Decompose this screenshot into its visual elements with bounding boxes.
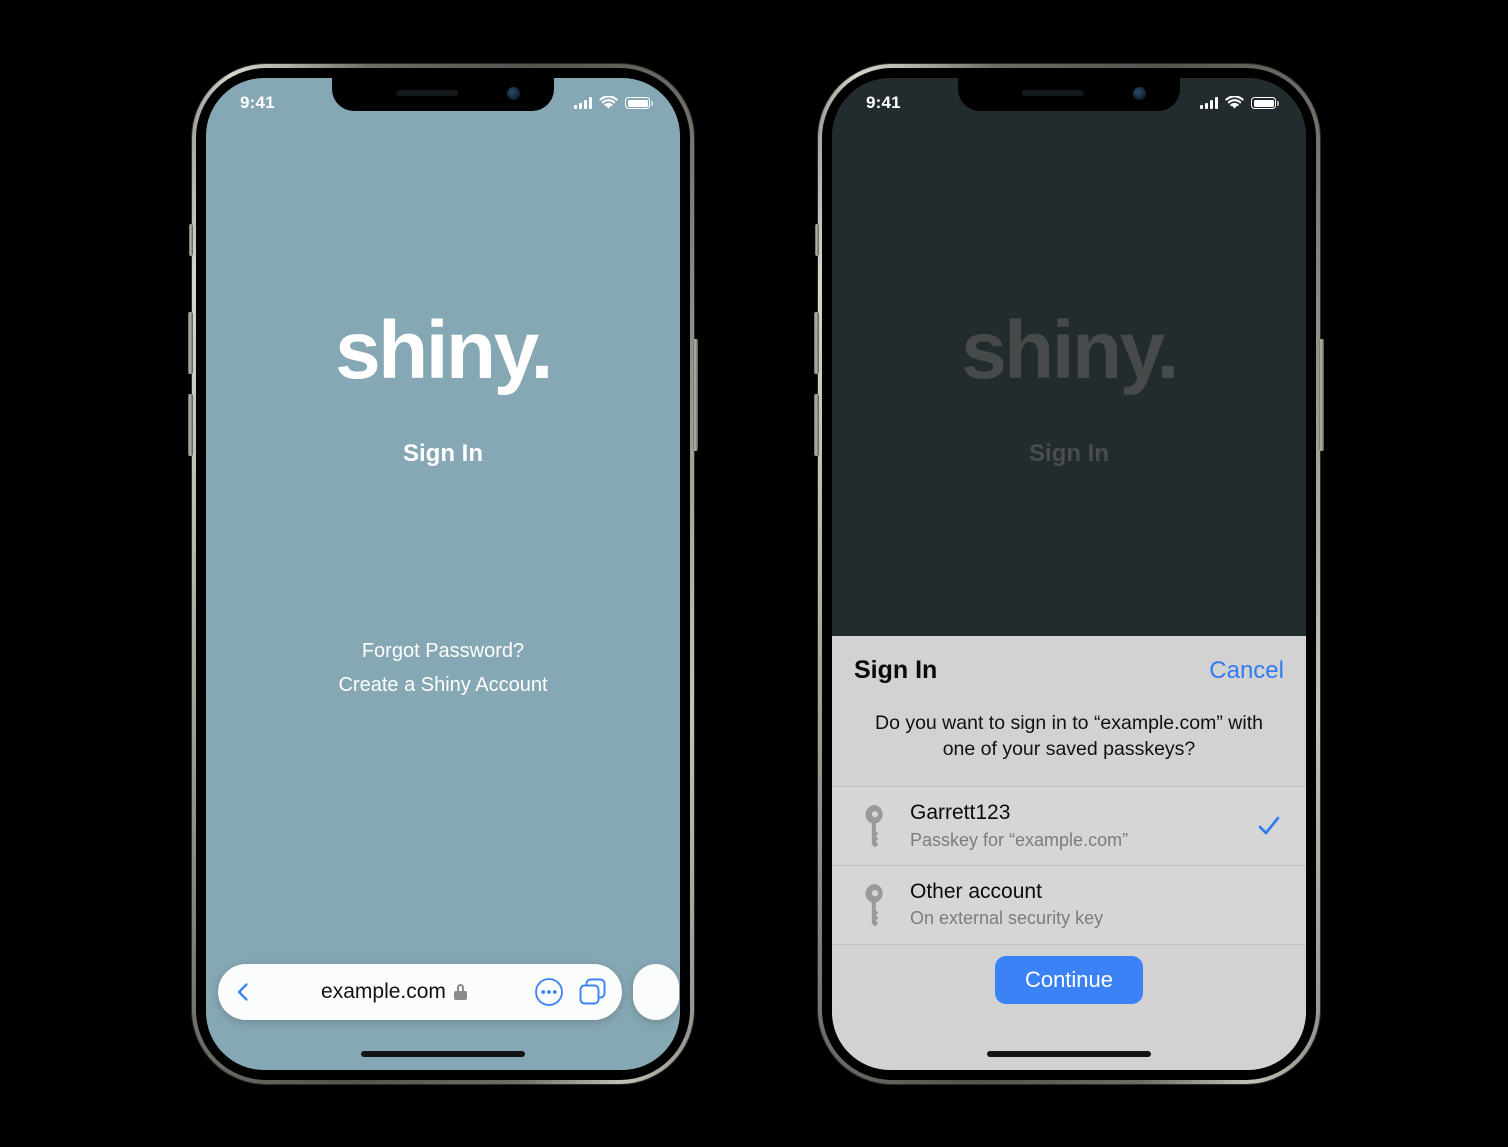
mute-switch[interactable] — [815, 224, 819, 256]
volume-up-button[interactable] — [188, 312, 193, 374]
account-detail: On external security key — [910, 908, 1104, 929]
sheet-prompt-text: Do you want to sign in to “example.com” … — [874, 712, 1263, 760]
earpiece-speaker — [1022, 90, 1084, 96]
notch — [332, 78, 554, 111]
phone-left: 9:41 shiny. Sign In Forgot Password? Cre… — [188, 64, 698, 1084]
volume-down-button[interactable] — [188, 394, 193, 456]
home-indicator[interactable] — [361, 1051, 525, 1057]
account-links: Forgot Password? Create a Shiny Account — [206, 640, 680, 708]
power-button[interactable] — [693, 339, 698, 451]
lock-icon — [453, 984, 467, 1000]
tabs-overview-icon[interactable] — [578, 977, 608, 1007]
webpage-content: shiny. Sign In Forgot Password? Create a… — [206, 78, 680, 1070]
volume-down-button[interactable] — [814, 394, 819, 456]
more-ellipsis-circle-icon[interactable] — [534, 977, 564, 1007]
site-logo: shiny. — [335, 305, 553, 396]
account-name: Other account — [910, 880, 1042, 904]
cancel-button[interactable]: Cancel — [1209, 657, 1284, 685]
phone-right: 9:41 shiny. Sign In Forgot Password? — [814, 64, 1324, 1084]
page-title: Sign In — [403, 440, 483, 467]
screenshot-canvas: 9:41 shiny. Sign In Forgot Password? Cre… — [0, 0, 1508, 1147]
safari-next-tab[interactable] — [633, 964, 679, 1020]
home-indicator[interactable] — [987, 1051, 1151, 1057]
account-detail: Passkey for “example.com” — [910, 829, 1129, 850]
wifi-icon — [599, 96, 618, 109]
status-time: 9:41 — [866, 93, 901, 112]
continue-button[interactable]: Continue — [994, 956, 1144, 1005]
passkey-sign-in-sheet: Sign In Cancel Do you want to sign in to… — [832, 636, 1306, 1070]
key-icon — [865, 805, 883, 848]
page-title: Sign In — [1029, 440, 1109, 467]
phone-screen-left: 9:41 shiny. Sign In Forgot Password? Cre… — [206, 78, 680, 1070]
url-display[interactable]: example.com — [260, 980, 528, 1004]
url-text: example.com — [321, 980, 446, 1003]
battery-full-icon — [625, 97, 653, 109]
forgot-password-link[interactable]: Forgot Password? — [206, 640, 680, 663]
mute-switch[interactable] — [189, 224, 193, 256]
passkey-account-list: Garrett123 Passkey for “example.com” Oth… — [832, 786, 1306, 945]
front-camera-icon — [1133, 87, 1146, 100]
checkmark-icon — [1258, 816, 1280, 835]
key-icon — [865, 883, 883, 927]
create-account-link[interactable]: Create a Shiny Account — [206, 674, 680, 697]
sheet-title: Sign In — [854, 656, 938, 684]
list-item[interactable]: Other account On external security key — [832, 866, 1306, 945]
notch — [958, 78, 1180, 111]
sheet-header: Sign In Cancel — [832, 636, 1306, 701]
safari-tab-bar: example.com — [206, 960, 680, 1024]
address-bar-actions — [534, 977, 608, 1007]
list-item-text: Other account On external security key — [910, 879, 1282, 931]
account-name: Garrett123 — [910, 801, 1011, 825]
power-button[interactable] — [1319, 339, 1324, 451]
safari-address-bar[interactable]: example.com — [218, 964, 622, 1020]
status-time: 9:41 — [240, 93, 275, 112]
list-item[interactable]: Garrett123 Passkey for “example.com” — [832, 787, 1306, 867]
status-indicators — [1200, 96, 1279, 110]
volume-up-button[interactable] — [814, 312, 819, 374]
cellular-bars-icon — [574, 97, 592, 109]
status-indicators — [574, 96, 653, 110]
wifi-icon — [1225, 96, 1244, 109]
list-item-text: Garrett123 Passkey for “example.com” — [910, 800, 1238, 852]
cellular-bars-icon — [1200, 97, 1218, 109]
site-logo: shiny. — [961, 305, 1179, 396]
phone-screen-right: 9:41 shiny. Sign In Forgot Password? — [832, 78, 1306, 1070]
battery-full-icon — [1251, 97, 1279, 109]
earpiece-speaker — [396, 90, 458, 96]
front-camera-icon — [507, 87, 520, 100]
back-chevron-icon[interactable] — [232, 981, 254, 1003]
